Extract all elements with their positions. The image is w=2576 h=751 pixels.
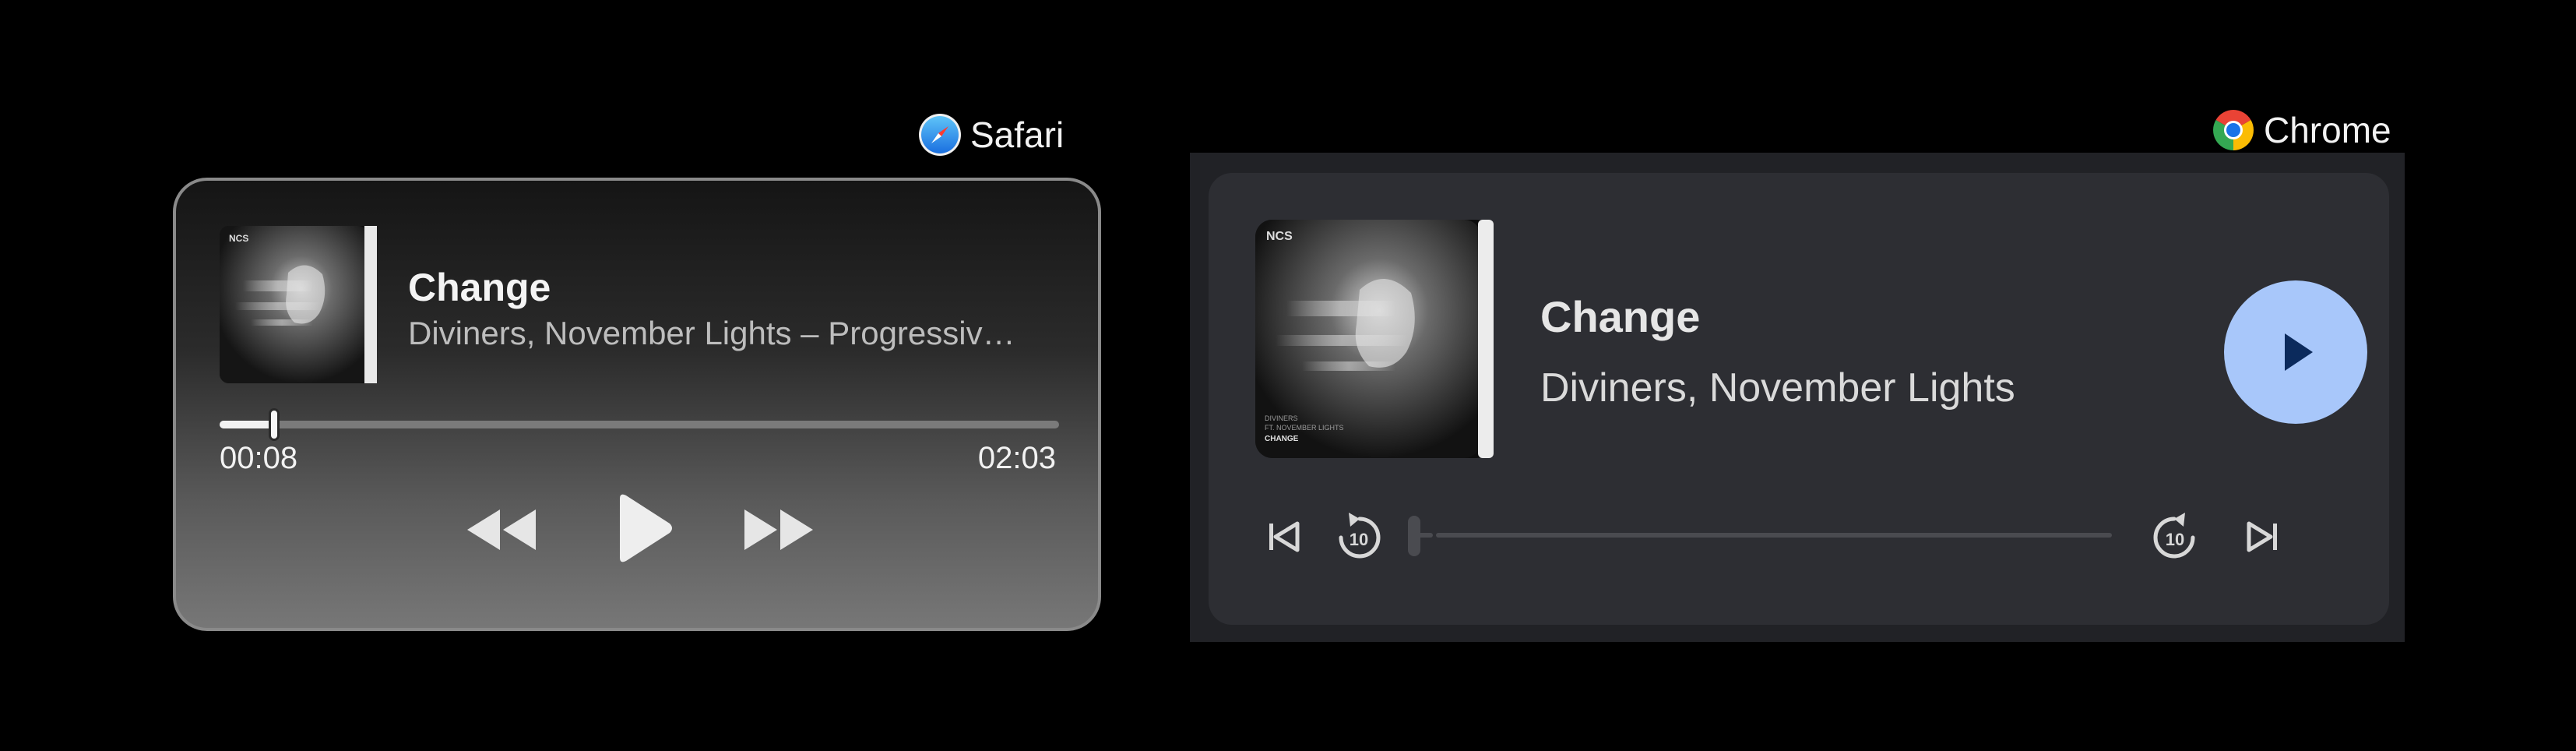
progress-bar[interactable] <box>220 408 1059 441</box>
previous-track-button[interactable] <box>1263 517 1302 560</box>
svg-text:10: 10 <box>1350 530 1368 549</box>
safari-media-player: NCS Change Diviners, November Lights – P… <box>173 178 1101 631</box>
fast-forward-button[interactable] <box>741 506 816 557</box>
safari-label-text: Safari <box>970 115 1065 155</box>
next-track-button[interactable] <box>2244 517 2283 560</box>
previous-track-icon <box>1269 521 1300 552</box>
progress-scrubber[interactable] <box>269 408 280 441</box>
svg-text:DIVINERS: DIVINERS <box>1265 414 1298 422</box>
svg-text:NCS: NCS <box>229 233 248 244</box>
replay-10-button[interactable]: 10 <box>1333 509 1385 568</box>
chrome-label-text: Chrome <box>2264 110 2391 150</box>
chrome-media-player: NCS DIVINERS FT. NOVEMBER LIGHTS CHANGE … <box>1209 173 2389 625</box>
safari-browser-label: Safari <box>917 112 1064 157</box>
rewind-button[interactable] <box>464 506 539 557</box>
play-icon <box>620 494 672 562</box>
track-artist: Diviners, November Lights <box>1540 365 2015 411</box>
play-button[interactable] <box>2224 280 2367 424</box>
svg-text:10: 10 <box>2166 530 2184 549</box>
replay-10-icon: 10 <box>1339 513 1381 559</box>
play-icon <box>2285 333 2313 371</box>
chrome-browser-label: Chrome <box>2211 108 2391 153</box>
total-duration: 02:03 <box>977 441 1056 475</box>
album-artwork: NCS <box>220 226 377 383</box>
progress-scrubber[interactable] <box>1408 516 1420 556</box>
album-artwork: NCS DIVINERS FT. NOVEMBER LIGHTS CHANGE <box>1255 220 1494 458</box>
track-title: Change <box>1540 292 1701 341</box>
svg-text:CHANGE: CHANGE <box>1265 435 1299 443</box>
fast-forward-icon <box>744 509 813 550</box>
forward-10-button[interactable]: 10 <box>2149 509 2201 568</box>
svg-text:FT. NOVEMBER LIGHTS: FT. NOVEMBER LIGHTS <box>1265 424 1344 432</box>
svg-text:NCS: NCS <box>1266 230 1293 243</box>
elapsed-time: 00:08 <box>220 441 298 475</box>
chrome-media-player-frame: NCS DIVINERS FT. NOVEMBER LIGHTS CHANGE … <box>1190 153 2405 642</box>
progress-fill <box>220 421 275 428</box>
track-title: Change <box>408 266 551 309</box>
next-track-icon <box>2247 521 2277 552</box>
safari-compass-icon <box>917 112 962 157</box>
play-button[interactable] <box>615 492 674 568</box>
forward-10-icon: 10 <box>2153 513 2195 559</box>
chrome-logo-icon <box>2211 108 2256 153</box>
progress-bar[interactable] <box>1436 533 2112 538</box>
track-artist: Diviners, November Lights – Progressiv… <box>408 315 1015 351</box>
rewind-icon <box>467 509 536 550</box>
